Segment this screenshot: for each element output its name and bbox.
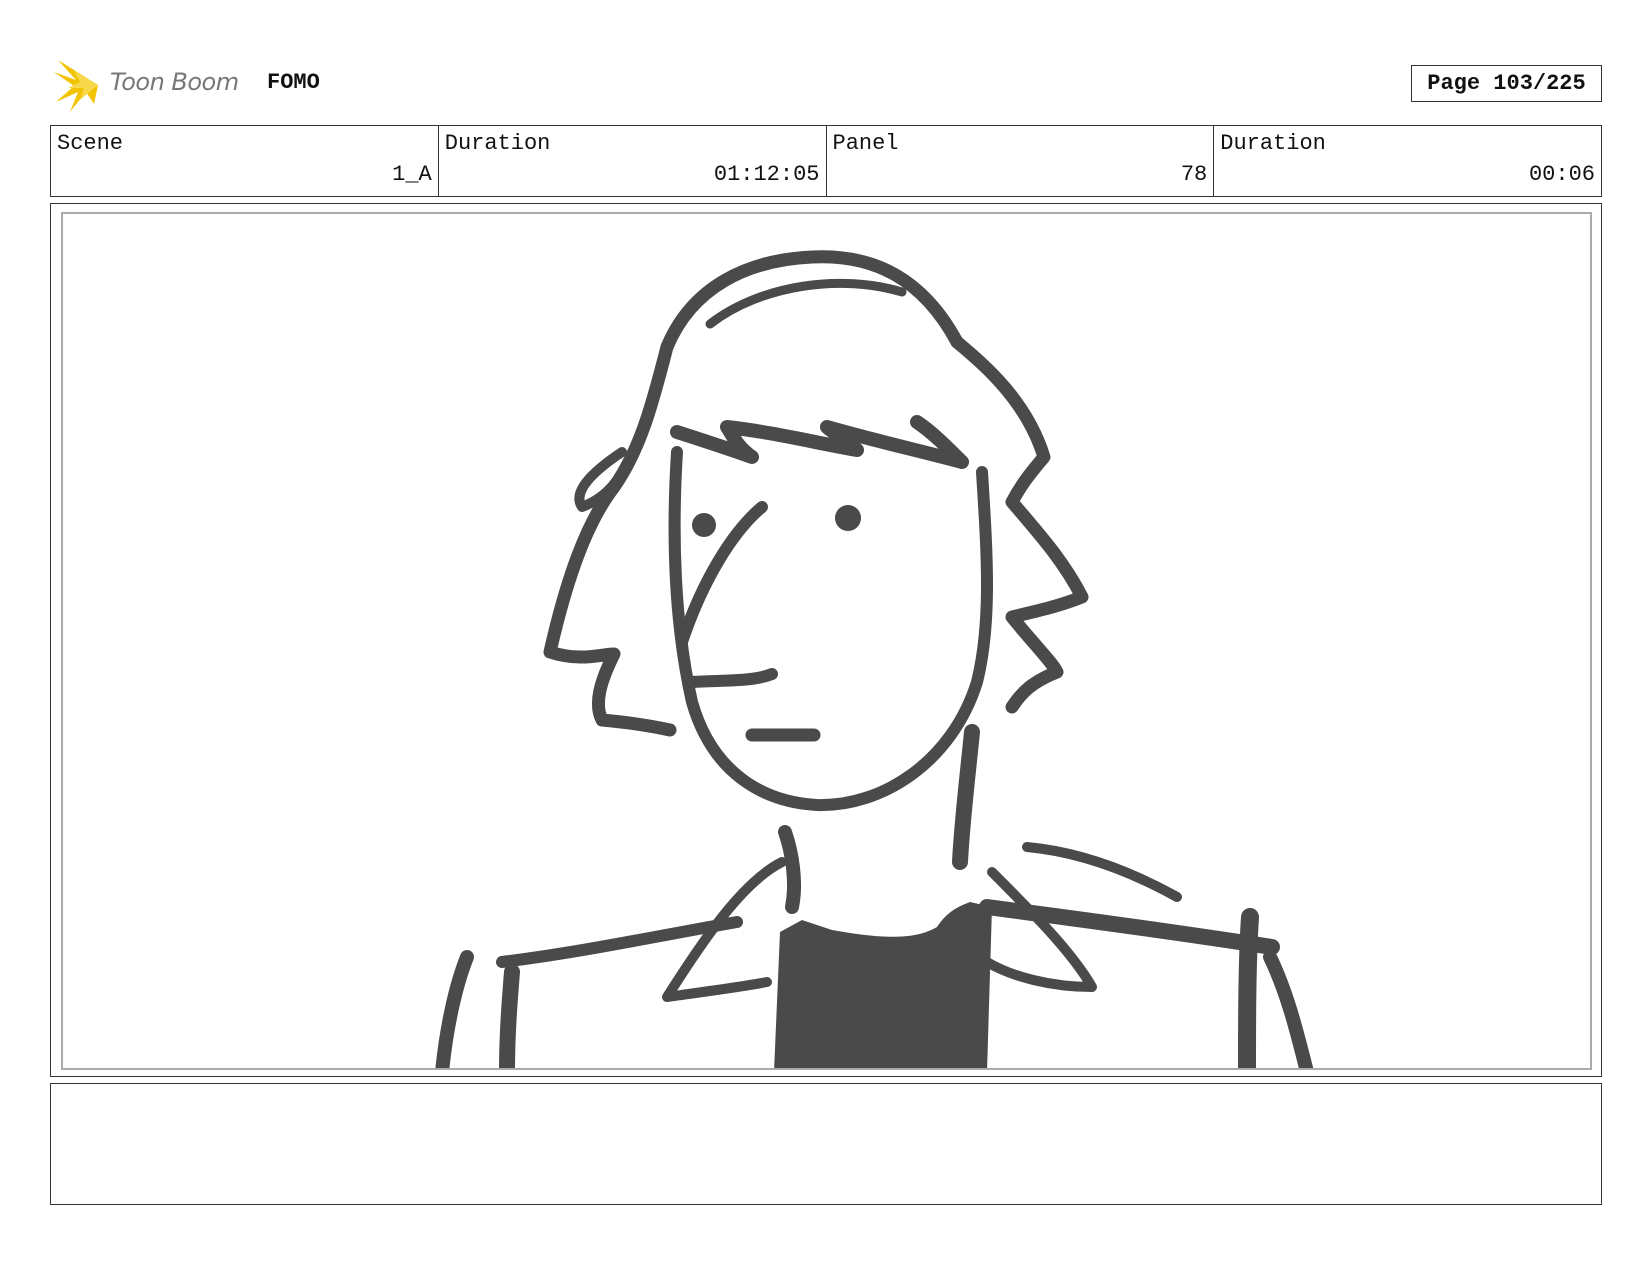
panel-info-row: Scene 1_A Duration 01:12:05 Panel 78 Dur…	[50, 125, 1602, 197]
arm-left-inner-stroke	[499, 964, 520, 1068]
panel-label: Panel	[832, 131, 899, 156]
panel-duration-value: 00:06	[1528, 162, 1595, 187]
hair-right-stroke	[950, 335, 1089, 714]
scene-duration-cell: Duration 01:12:05	[439, 126, 827, 196]
hair-left-stroke	[543, 340, 677, 737]
left-eye	[692, 513, 716, 537]
shoulder-right-stroke	[979, 899, 1280, 955]
shoulder-right-top-stroke	[1022, 842, 1182, 902]
right-eye	[835, 505, 861, 531]
collar-right-stroke	[982, 867, 1097, 992]
scene-value: 1_A	[392, 162, 432, 187]
panel-duration-cell: Duration 00:06	[1214, 126, 1601, 196]
panel-image	[61, 212, 1592, 1070]
panel-cell: Panel 78	[827, 126, 1215, 196]
bangs-stroke	[670, 415, 969, 469]
panel-value: 78	[1180, 162, 1208, 187]
arm-left-outer-stroke	[435, 950, 474, 1068]
neck-left-stroke	[778, 825, 801, 914]
hair-top-stroke	[660, 250, 964, 354]
arm-right-outer-stroke	[1263, 950, 1314, 1068]
scene-label: Scene	[57, 131, 124, 156]
scene-duration-value: 01:12:05	[713, 162, 820, 187]
scene-duration-label: Duration	[444, 131, 551, 156]
face-outline-stroke	[668, 446, 993, 812]
panel-duration-label: Duration	[1220, 131, 1326, 156]
project-title: FOMO	[267, 70, 320, 95]
starburst-icon	[54, 60, 98, 112]
toon-boom-logo: Toon Boom	[54, 58, 254, 112]
notes-box	[50, 1083, 1602, 1205]
logo-text: Toon Boom	[110, 68, 239, 96]
hair-band-stroke	[705, 278, 907, 329]
scene-cell: Scene 1_A	[51, 126, 439, 196]
hair-left-strand-stroke	[574, 447, 627, 512]
neck-right-stroke	[952, 724, 980, 870]
arm-right-inner-stroke	[1238, 908, 1259, 1068]
character-sketch	[435, 250, 1314, 1068]
nose-stroke	[686, 668, 778, 688]
shirt-fill	[774, 902, 992, 1068]
page-number: Page 103/225	[1411, 65, 1602, 102]
